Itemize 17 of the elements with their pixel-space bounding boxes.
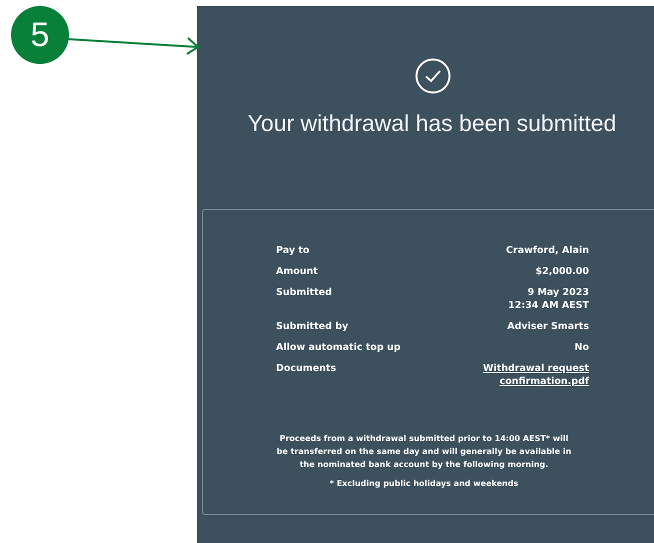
footnote: * Excluding public holidays and weekends — [328, 479, 520, 488]
processing-note: Proceeds from a withdrawal submitted prior to 14:00 AEST* will be transferred on the same day and will generally be available in the nominated bank account by the following morning. — [276, 433, 572, 471]
document-link[interactable]: Withdrawal request confirmation.pdf — [482, 362, 589, 388]
detail-value: Adviser Smarts — [507, 320, 589, 333]
check-circle-icon — [415, 58, 451, 94]
detail-label: Documents — [276, 362, 336, 375]
detail-value: No — [574, 341, 589, 354]
detail-label: Pay to — [276, 244, 310, 257]
detail-value: Crawford, Alain — [506, 244, 589, 257]
detail-label: Submitted by — [276, 320, 348, 333]
detail-value: 9 May 2023 12:34 AM AEST — [508, 286, 589, 312]
detail-label: Submitted — [276, 286, 332, 299]
step-number-badge: 5 — [11, 6, 69, 64]
confirmation-title: Your withdrawal has been submitted — [248, 110, 616, 137]
detail-label: Amount — [276, 265, 318, 278]
detail-value: $2,000.00 — [536, 265, 589, 278]
detail-label: Allow automatic top up — [276, 341, 401, 354]
